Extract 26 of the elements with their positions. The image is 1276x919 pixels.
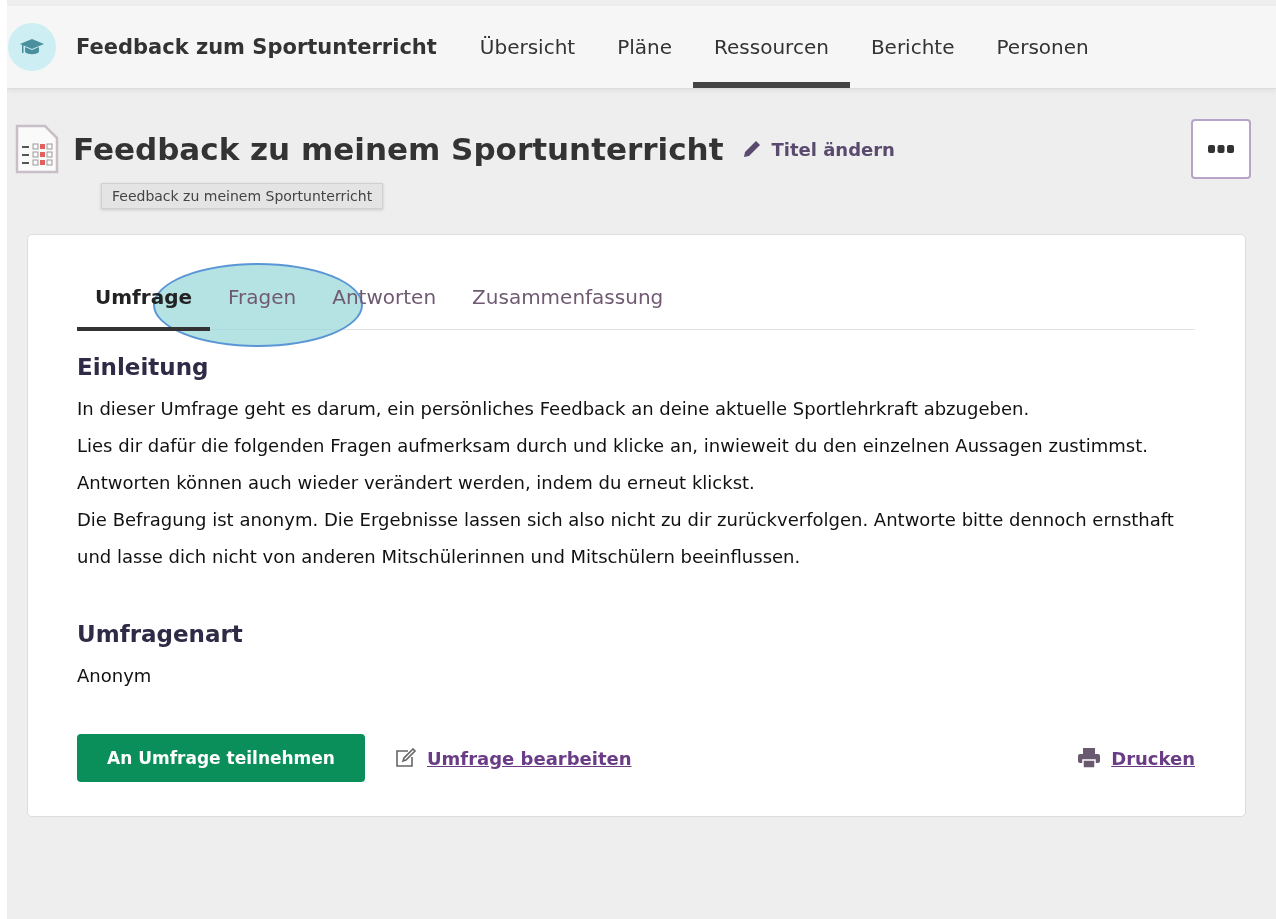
print-link[interactable]: Drucken	[1111, 747, 1195, 769]
paragraph: Die Befragung ist anonym. Die Ergebnisse lassen sich also nicht zu dir zurückverfolgen. Antworte bitte dennoch ernsthaft und lasse dich nicht von anderen Mitschülerinnen und Mitschülern beeinflussen.	[77, 508, 1175, 569]
app-title: Feedback zum Sportunterricht	[76, 35, 437, 59]
section-heading: Einleitung	[77, 354, 210, 380]
ellipsis-icon	[1208, 145, 1234, 153]
more-options-button[interactable]	[1191, 119, 1251, 179]
paragraph: Anonym	[77, 664, 153, 688]
edit-icon	[394, 748, 417, 768]
take-survey-button[interactable]: An Umfrage teilnehmen	[77, 734, 365, 782]
tooltip: Feedback zu meinem Sportunterricht	[101, 183, 384, 209]
page-title: Feedback zu meinem Sportunterricht	[73, 131, 724, 167]
rename-title-link[interactable]: Titel ändern	[741, 138, 895, 160]
edit-survey-link[interactable]: Umfrage bearbeiten	[426, 747, 632, 769]
paragraph: In dieser Umfrage geht es darum, ein persönliches Feedback an deine aktuelle Sportlehrkraft abzugeben.	[77, 397, 1031, 421]
nav-tab[interactable]: Pläne	[596, 6, 694, 88]
paragraph: Lies dir dafür die folgenden Fragen aufmerksam durch und klicke an, inwieweit du den einzelnen Aussagen zustimmst. Antworten können auch wieder verändert werden, indem du erneut klickst.	[77, 434, 1150, 495]
tab[interactable]: Fragen	[210, 275, 315, 331]
nav-tab[interactable]: Berichte	[849, 6, 976, 88]
graduation-cap-icon[interactable]	[8, 23, 56, 71]
tab[interactable]: Zusammenfassung	[454, 275, 682, 331]
printer-icon	[1077, 747, 1102, 769]
nav-tab[interactable]: Übersicht	[458, 6, 597, 88]
nav-tab[interactable]: Personen	[975, 6, 1110, 88]
section-heading: Umfragenart	[77, 621, 244, 647]
nav-tab[interactable]: Ressourcen	[693, 6, 850, 88]
survey-document-icon	[15, 124, 59, 174]
